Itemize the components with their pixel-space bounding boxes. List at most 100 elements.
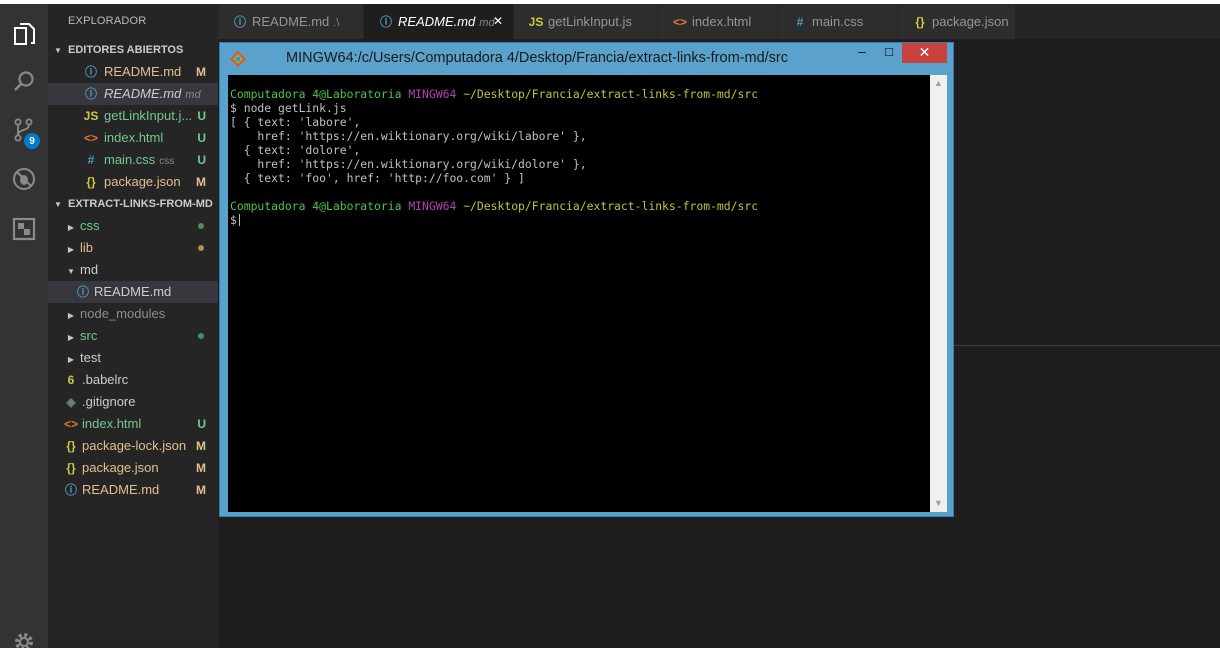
terminal-window[interactable]: MINGW64:/c/Users/Computadora 4/Desktop/F…	[219, 42, 954, 517]
file-type-icon: #	[796, 15, 804, 29]
minimize-button[interactable]: –	[852, 43, 872, 63]
file-type-icon: JS	[83, 109, 99, 123]
open-editors-list: ⓘ README.md Mⓘ README.md md JS getLinkInput.j.…	[48, 61, 218, 193]
file-type-icon: ⓘ	[84, 65, 97, 79]
git-bash-logo-icon	[230, 51, 246, 67]
file-type-icon: {}	[66, 461, 76, 475]
open-editor-item[interactable]: ⓘ README.md M	[48, 61, 218, 83]
command-line: $ node getLink.js	[230, 101, 347, 115]
folder-item[interactable]: ▼ md	[48, 259, 218, 281]
tree-item-label: .gitignore	[82, 394, 136, 409]
file-item[interactable]: <> index.html U	[48, 413, 218, 435]
editor-tab[interactable]: {} package.json	[898, 4, 1016, 39]
folder-item[interactable]: ▶ lib	[48, 237, 218, 259]
editor-tab[interactable]: # main.css	[778, 4, 898, 39]
file-item[interactable]: ◈ .gitignore	[48, 391, 218, 413]
explorer-title: EXPLORADOR	[68, 15, 147, 27]
terminal-scrollbar[interactable]: ▲ ▼	[930, 75, 947, 512]
terminal-output: Computadora 4@Laboratoria MINGW64 ~/Desk…	[230, 87, 930, 227]
prompt2-path: ~/Desktop/Francia/extract-links-from-md/…	[463, 199, 759, 213]
tree-item-label: lib	[80, 240, 94, 255]
file-type-icon: <>	[83, 131, 98, 145]
open-editor-item[interactable]: <> index.html U	[48, 127, 218, 149]
chevron-right-icon: ▶	[67, 311, 75, 320]
git-status-badge: M	[196, 65, 206, 79]
open-editors-label: EDITORES ABIERTOS	[68, 44, 184, 56]
tree-item-label: README.md	[82, 482, 160, 497]
file-type-icon: JS	[528, 15, 544, 29]
settings-gear-icon[interactable]	[0, 618, 48, 648]
file-type-icon: {}	[86, 175, 96, 189]
file-type-icon: ⓘ	[379, 15, 392, 29]
scroll-down-icon[interactable]: ▼	[930, 495, 947, 512]
terminal-titlebar[interactable]: MINGW64:/c/Users/Computadora 4/Desktop/F…	[220, 43, 953, 73]
terminal-body[interactable]: Computadora 4@Laboratoria MINGW64 ~/Desk…	[228, 75, 947, 512]
chevron-down-icon: ▼	[67, 267, 75, 276]
file-type-icon: ⓘ	[64, 483, 77, 497]
git-status-badge: U	[197, 417, 206, 431]
git-status-badge: M	[196, 439, 206, 453]
extensions-icon[interactable]	[0, 205, 48, 253]
close-tab-icon[interactable]: ✕	[493, 4, 503, 39]
file-type-icon: <>	[63, 417, 78, 431]
tab-label: README.md	[252, 14, 330, 29]
tree-item-label: package.json	[82, 460, 159, 475]
open-editor-item[interactable]: # main.css css U	[48, 149, 218, 171]
open-editor-item[interactable]: JS getLinkInput.j... U	[48, 105, 218, 127]
file-type-icon: ⓘ	[76, 285, 89, 299]
open-editor-item[interactable]: {} package.json M	[48, 171, 218, 193]
git-status-badge: U	[197, 131, 206, 145]
folder-item[interactable]: ▶ src	[48, 325, 218, 347]
source-control-icon[interactable]: 9	[0, 106, 48, 154]
editor-tab[interactable]: ⓘ README.md md ✕	[364, 4, 514, 39]
terminal-title: MINGW64:/c/Users/Computadora 4/Desktop/F…	[286, 50, 788, 66]
debug-icon[interactable]	[0, 155, 48, 203]
file-item[interactable]: ⓘ README.md	[48, 281, 218, 303]
file-item[interactable]: {} package.json M	[48, 457, 218, 479]
output-line-4: href: 'https://en.wiktionary.org/wiki/do…	[230, 157, 587, 171]
tree-item-label: package-lock.json	[82, 438, 187, 453]
output-line-3: { text: 'dolore',	[230, 143, 361, 157]
project-header[interactable]: ▼ EXTRACT-LINKS-FROM-MD	[48, 193, 218, 215]
open-editor-item[interactable]: ⓘ README.md md	[48, 83, 218, 105]
file-item[interactable]: 6 .babelrc	[48, 369, 218, 391]
tab-label: README.md	[398, 14, 476, 29]
file-path-hint: css	[159, 156, 175, 167]
activity-bar: 9	[0, 4, 48, 648]
file-type-icon: ⓘ	[233, 15, 246, 29]
tab-label: package.json	[932, 14, 1009, 29]
project-tree: ▶ css ▶ lib ▼ md ⓘ README.md ▶ node_modules ▶ src ▶ t…	[48, 215, 218, 501]
folder-item[interactable]: ▶ css	[48, 215, 218, 237]
file-item[interactable]: {} package-lock.json M	[48, 435, 218, 457]
editor-tab[interactable]: ⓘ README.md .\	[218, 4, 364, 39]
chevron-right-icon: ▶	[67, 355, 75, 364]
chevron-down-icon: ▼	[54, 200, 62, 209]
prompt2-env: MINGW64	[408, 199, 457, 213]
tab-label: main.css	[812, 14, 864, 29]
prompt2-user: Computadora 4@Laboratoria	[230, 199, 402, 213]
open-editors-header[interactable]: ▼ EDITORES ABIERTOS	[48, 39, 218, 61]
tree-item-label: README.md	[94, 284, 172, 299]
folder-item[interactable]: ▶ test	[48, 347, 218, 369]
open-editor-label: getLinkInput.j...	[104, 108, 193, 123]
tab-label: getLinkInput.js	[548, 14, 632, 29]
maximize-button[interactable]: □	[878, 43, 900, 63]
editor-tab[interactable]: JS getLinkInput.js	[514, 4, 658, 39]
file-type-icon: {}	[915, 15, 925, 29]
folder-item[interactable]: ▶ node_modules	[48, 303, 218, 325]
explorer-icon[interactable]	[0, 10, 48, 58]
editor-tab[interactable]: <> index.html	[658, 4, 778, 39]
chevron-down-icon: ▼	[54, 46, 62, 55]
git-status-badge: U	[197, 109, 206, 123]
git-status-badge: M	[196, 483, 206, 497]
explorer-sidebar: EXPLORADOR ▼ EDITORES ABIERTOS ⓘ README.md…	[48, 4, 218, 648]
tree-item-label: index.html	[82, 416, 142, 431]
open-editor-label: README.md	[104, 64, 182, 79]
editor-tabs: ⓘ README.md .\ ⓘ README.md md ✕ JS getLinkInput.…	[218, 4, 1220, 39]
search-icon[interactable]	[0, 58, 48, 106]
source-control-badge: 9	[24, 133, 40, 149]
file-item[interactable]: ⓘ README.md M	[48, 479, 218, 501]
scroll-up-icon[interactable]: ▲	[930, 75, 947, 92]
git-modified-dot	[198, 245, 204, 251]
close-button[interactable]: ✕	[902, 43, 947, 63]
